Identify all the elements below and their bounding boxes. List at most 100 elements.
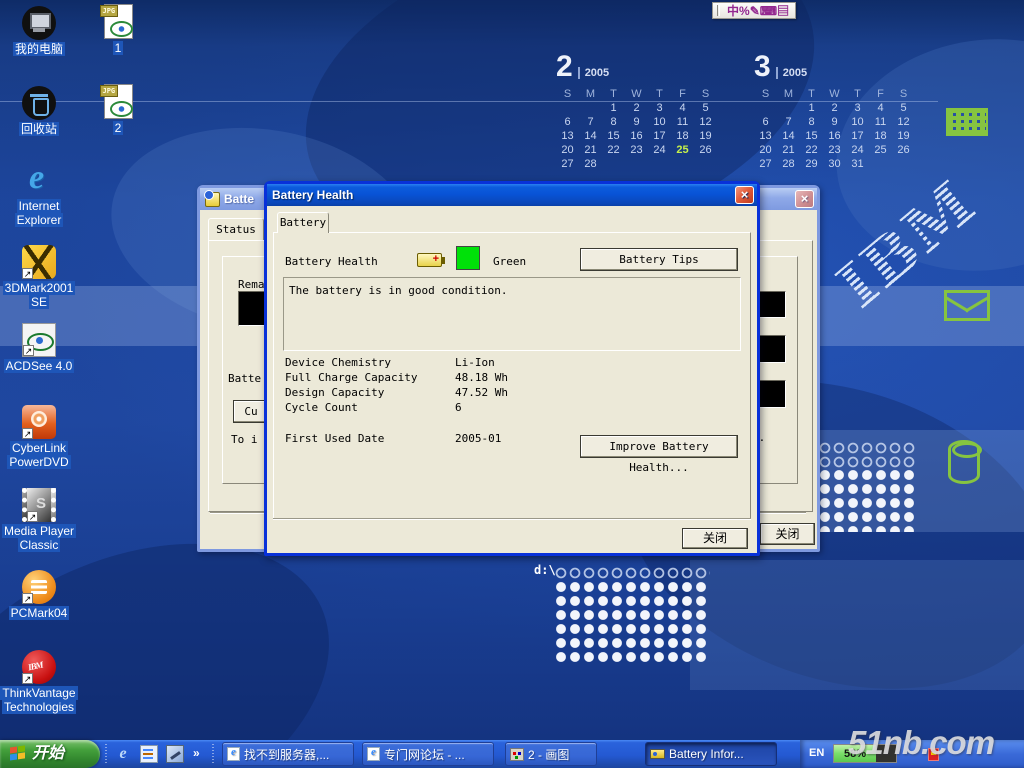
- calendar-day: [556, 102, 579, 115]
- desktop-file-jpg-1[interactable]: 1: [92, 4, 144, 55]
- calendar-year: 2005: [776, 67, 807, 79]
- pen-icon[interactable]: ✎: [750, 4, 760, 18]
- wallpaper-dots-pattern: [818, 468, 916, 532]
- taskbar-task-2[interactable]: 专门网论坛 - ...: [362, 742, 494, 766]
- calendar-day: 20: [556, 144, 579, 157]
- battery-detail-row: Cycle Count6: [285, 401, 735, 416]
- soft-keyboard-icon[interactable]: ⌨: [760, 4, 777, 18]
- close-button[interactable]: 关闭: [682, 528, 748, 549]
- calendar-day: 4: [671, 102, 694, 115]
- database-cylinder-icon: [948, 440, 980, 484]
- calendar-month-number: 3: [754, 50, 771, 83]
- detail-value: 6: [455, 401, 462, 416]
- desktop-file-jpg-2[interactable]: 2: [92, 84, 144, 135]
- calendar-day: 29: [800, 158, 823, 171]
- desktop-icon-label: ACDSee 4.0: [0, 359, 78, 373]
- desktop-icon-3dmark[interactable]: ↗3DMark2001 SE: [0, 245, 78, 310]
- start-button[interactable]: 开始: [0, 740, 100, 768]
- calendar-day: 16: [625, 130, 648, 143]
- calendar-day: 13: [754, 130, 777, 143]
- detail-label: Cycle Count: [285, 401, 455, 416]
- paint-icon: [510, 748, 524, 761]
- calendar-day-header: F: [671, 88, 694, 101]
- calendar-day: 8: [602, 116, 625, 129]
- close-button[interactable]: 关闭: [760, 523, 815, 545]
- ie-icon: [22, 163, 56, 197]
- calendar-day: 3: [846, 102, 869, 115]
- calendar-day: 12: [892, 116, 915, 129]
- show-desktop-icon[interactable]: [166, 745, 184, 763]
- calendar-day-header: S: [754, 88, 777, 101]
- calendar-day: [777, 102, 800, 115]
- calendar-day: 22: [800, 144, 823, 157]
- language-indicator[interactable]: EN: [809, 747, 824, 759]
- battery-app-icon: [205, 192, 220, 207]
- battery-health-titlebar[interactable]: Battery Health ×: [267, 184, 757, 206]
- improve-battery-health-button[interactable]: Improve Battery Health...: [580, 435, 738, 458]
- desktop-icon-ie[interactable]: Internet Explorer: [0, 163, 78, 228]
- taskbar-task-4[interactable]: Battery Infor...: [645, 742, 777, 766]
- calendar-day: 17: [846, 130, 869, 143]
- calendar-day: 22: [602, 144, 625, 157]
- calendar-day-header: W: [625, 88, 648, 101]
- desktop-icon-powerdvd[interactable]: ↗CyberLink PowerDVD: [0, 405, 78, 470]
- close-icon[interactable]: ×: [795, 190, 814, 208]
- desktop-icon-label: Media Player Classic: [0, 524, 78, 553]
- tab-status[interactable]: Status: [208, 218, 264, 240]
- desktop: 22005SMTWTFS1234567891011121314151617181…: [0, 0, 1024, 768]
- calendar-day-header: T: [800, 88, 823, 101]
- first-used-label: First Used Date: [285, 432, 455, 445]
- desktop-icon-thinkvantage[interactable]: ↗ThinkVantage Technologies: [0, 650, 78, 715]
- chinese-mode-icon[interactable]: 中: [727, 4, 739, 18]
- calendar-day: 6: [556, 116, 579, 129]
- detail-value: 47.52 Wh: [455, 386, 508, 401]
- detail-value: 48.18 Wh: [455, 371, 508, 386]
- calendar-day: [892, 158, 915, 171]
- desktop-icon-label: 3DMark2001 SE: [0, 281, 78, 310]
- first-used-row: First Used Date 2005-01: [285, 432, 501, 445]
- calendar-day-header: S: [556, 88, 579, 101]
- calendar-header: 3 2005: [754, 50, 922, 86]
- calendar-day: 5: [892, 102, 915, 115]
- calendar-day: 6: [754, 116, 777, 129]
- calendar-day: 2: [625, 102, 648, 115]
- desktop-icon-label: 回收站: [0, 122, 78, 136]
- calendar-day: 25: [869, 144, 892, 157]
- calendar-year: 2005: [578, 67, 609, 79]
- calendar-day: 11: [869, 116, 892, 129]
- desktop-icon-pcmark[interactable]: ↗PCMark04: [0, 570, 78, 620]
- wallpaper-dots-pattern: [818, 441, 916, 468]
- calendar-grid: SMTWTFS123456789101112131415161718192021…: [556, 88, 724, 171]
- calendar-day: 26: [892, 144, 915, 157]
- wallpaper-dots-pattern: [554, 566, 710, 579]
- calendar-day: 27: [556, 158, 579, 171]
- desktop-icon-label: 1: [92, 41, 144, 55]
- internet-page-icon[interactable]: [140, 745, 158, 763]
- ime-menu-icon[interactable]: ▤: [777, 4, 789, 18]
- desktop-icon-recycle-bin[interactable]: 回收站: [0, 86, 78, 136]
- ime-toolbar[interactable]: 中%✎⌨▤: [712, 2, 796, 19]
- battery-tips-button[interactable]: Battery Tips: [580, 248, 738, 271]
- desktop-icon-mpc[interactable]: ↗Media Player Classic: [0, 488, 78, 553]
- fullwidth-toggle-icon[interactable]: %: [739, 4, 750, 18]
- ime-drag-handle[interactable]: [717, 5, 720, 16]
- taskbar-task-1[interactable]: 找不到服务器,...: [222, 742, 354, 766]
- mail-icon: [944, 290, 990, 321]
- shortcut-arrow-icon: ↗: [22, 428, 33, 439]
- calendar-day: 21: [579, 144, 602, 157]
- close-icon[interactable]: ×: [735, 186, 754, 204]
- taskbar-task-3[interactable]: 2 - 画图: [505, 742, 597, 766]
- quick-launch-overflow-chevron[interactable]: »: [193, 746, 200, 760]
- desktop-icon-acdsee[interactable]: ↗ACDSee 4.0: [0, 323, 78, 373]
- ie-icon[interactable]: e: [114, 745, 132, 763]
- calendar-day: 8: [800, 116, 823, 129]
- calendar-day-header: T: [602, 88, 625, 101]
- calendar-day: 28: [579, 158, 602, 171]
- calendar-grid: SMTWTFS123456789101112131415161718192021…: [754, 88, 922, 171]
- tab-battery[interactable]: Battery: [277, 212, 329, 233]
- desktop-icon-my-computer[interactable]: 我的电脑: [0, 6, 78, 56]
- battery-detail-row: Device ChemistryLi-Ion: [285, 356, 735, 371]
- detail-label: Design Capacity: [285, 386, 455, 401]
- ie-page-icon: [227, 747, 240, 761]
- battery-label-fragment: Batte: [228, 372, 261, 385]
